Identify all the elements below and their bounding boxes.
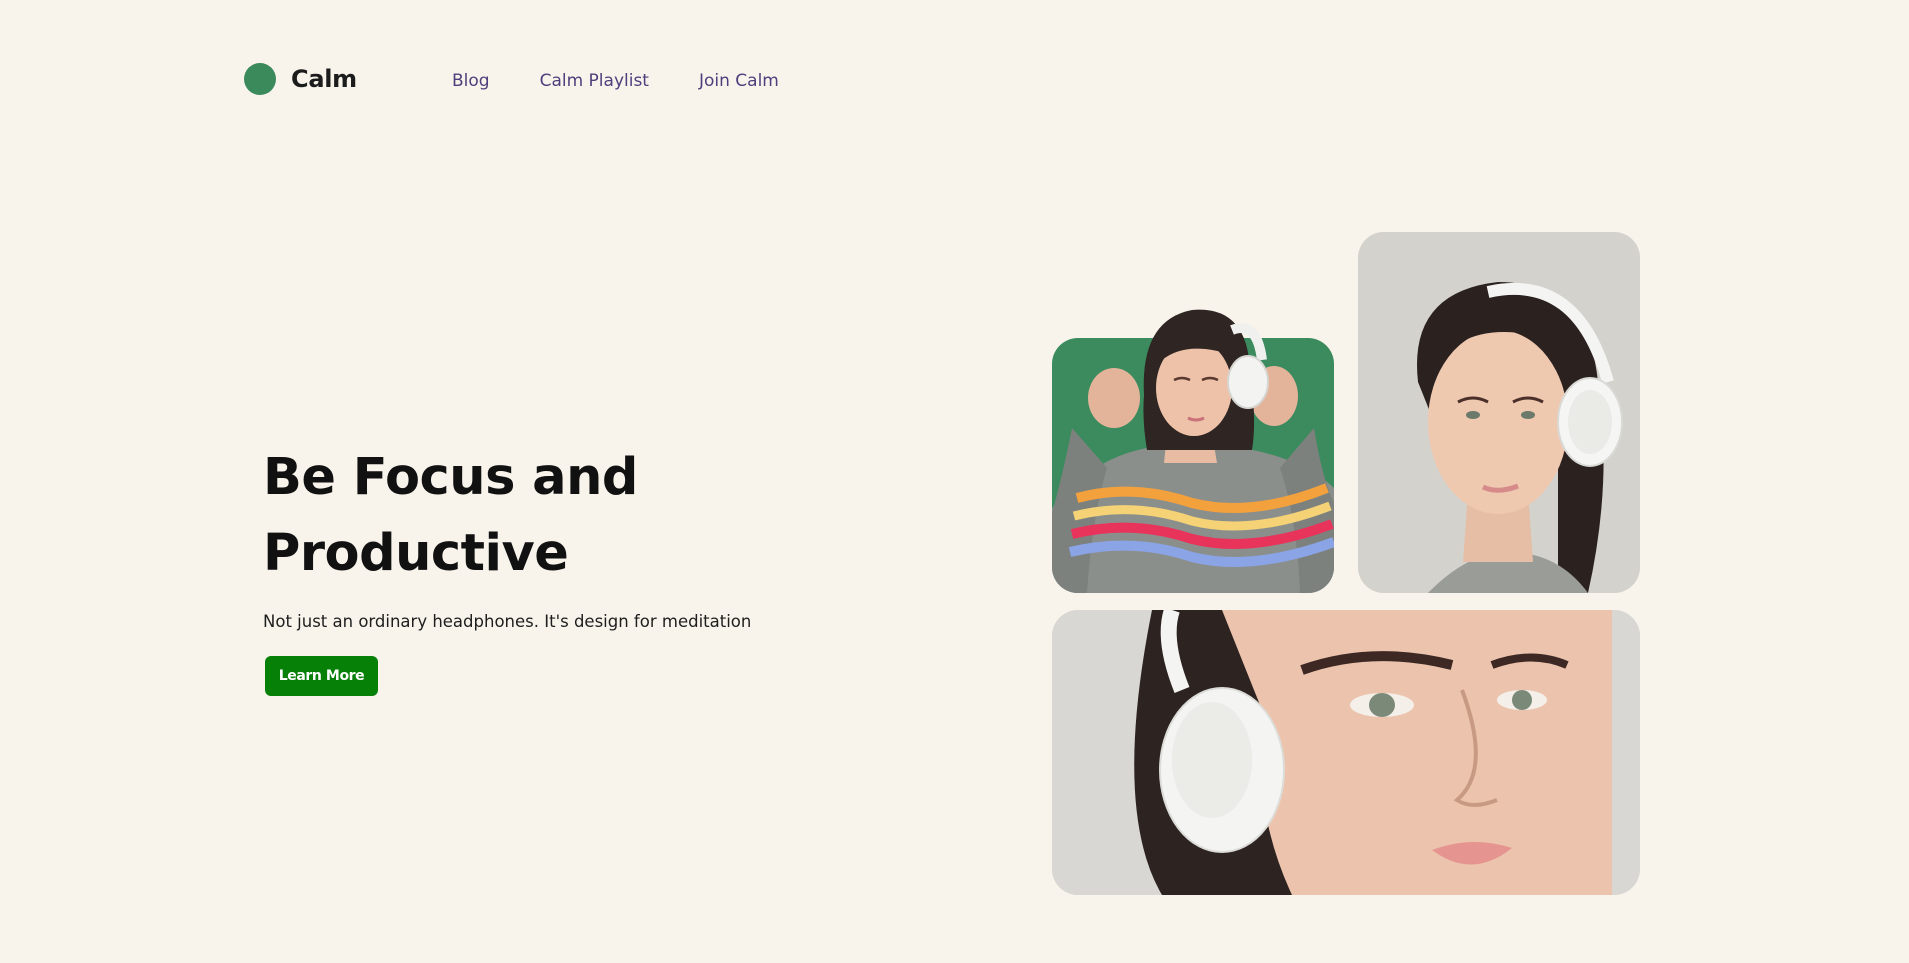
nav-link-blog[interactable]: Blog [452, 71, 490, 91]
nav-link-join-calm[interactable]: Join Calm [699, 71, 779, 91]
gallery-image-portrait [1358, 232, 1640, 593]
hero-title-line-2: Productive [263, 524, 569, 583]
hero-title-line-1: Be Focus and [263, 448, 638, 507]
hero-subtitle: Not just an ordinary headphones. It's de… [263, 612, 752, 631]
nav-link-calm-playlist[interactable]: Calm Playlist [540, 71, 649, 91]
logo-circle-icon [244, 63, 276, 95]
main-nav: Blog Calm Playlist Join Calm [452, 71, 829, 91]
hero-title: Be Focus and Productive [263, 440, 638, 592]
logo-text: Calm [291, 65, 357, 93]
gallery-image-sweater [1052, 309, 1334, 593]
learn-more-button[interactable]: Learn More [265, 656, 378, 696]
gallery-image-closeup [1052, 610, 1640, 895]
logo-link[interactable]: Calm [244, 63, 357, 95]
landing-page: Calm Blog Calm Playlist Join Calm Be Foc… [0, 0, 1909, 963]
